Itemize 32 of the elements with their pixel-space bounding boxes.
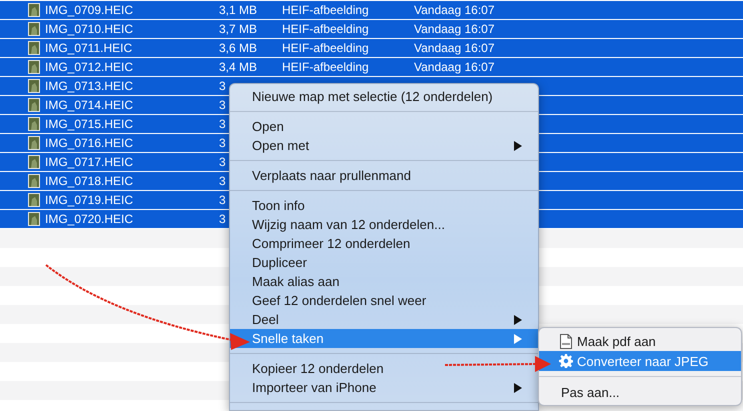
file-size: 3 (219, 212, 226, 226)
file-date: Vandaag 16:07 (414, 41, 495, 55)
file-size: 3,1 MB (219, 3, 258, 17)
file-name: IMG_0711.HEIC (45, 41, 132, 55)
file-size: 3 (219, 79, 226, 93)
file-name: IMG_0714.HEIC (45, 98, 134, 112)
file-kind: HEIF-afbeelding (282, 60, 369, 74)
file-name: IMG_0710.HEIC (45, 22, 134, 36)
file-size: 3 (219, 98, 226, 112)
file-name: IMG_0717.HEIC (45, 155, 134, 169)
file-name: IMG_0713.HEIC (45, 79, 134, 93)
file-name: IMG_0712.HEIC (45, 60, 134, 74)
file-name: IMG_0709.HEIC (45, 3, 134, 17)
file-name: IMG_0719.HEIC (45, 193, 134, 207)
file-size: 3 (219, 193, 226, 207)
file-name: IMG_0716.HEIC (45, 136, 134, 150)
file-size: 3,7 MB (219, 22, 258, 36)
file-date: Vandaag 16:07 (414, 60, 495, 74)
file-name: IMG_0715.HEIC (45, 117, 134, 131)
file-name: IMG_0720.HEIC (45, 212, 134, 226)
file-kind: HEIF-afbeelding (282, 22, 369, 36)
file-size: 3 (219, 155, 226, 169)
file-name: IMG_0718.HEIC (45, 174, 134, 188)
file-size: 3,6 MB (219, 41, 258, 55)
file-date: Vandaag 16:07 (414, 22, 495, 36)
file-date: Vandaag 16:07 (414, 3, 495, 17)
file-size: 3,4 MB (219, 60, 258, 74)
file-size: 3 (219, 174, 226, 188)
file-size: 3 (219, 136, 226, 150)
file-kind: HEIF-afbeelding (282, 3, 369, 17)
file-kind: HEIF-afbeelding (282, 41, 369, 55)
file-size: 3 (219, 117, 226, 131)
